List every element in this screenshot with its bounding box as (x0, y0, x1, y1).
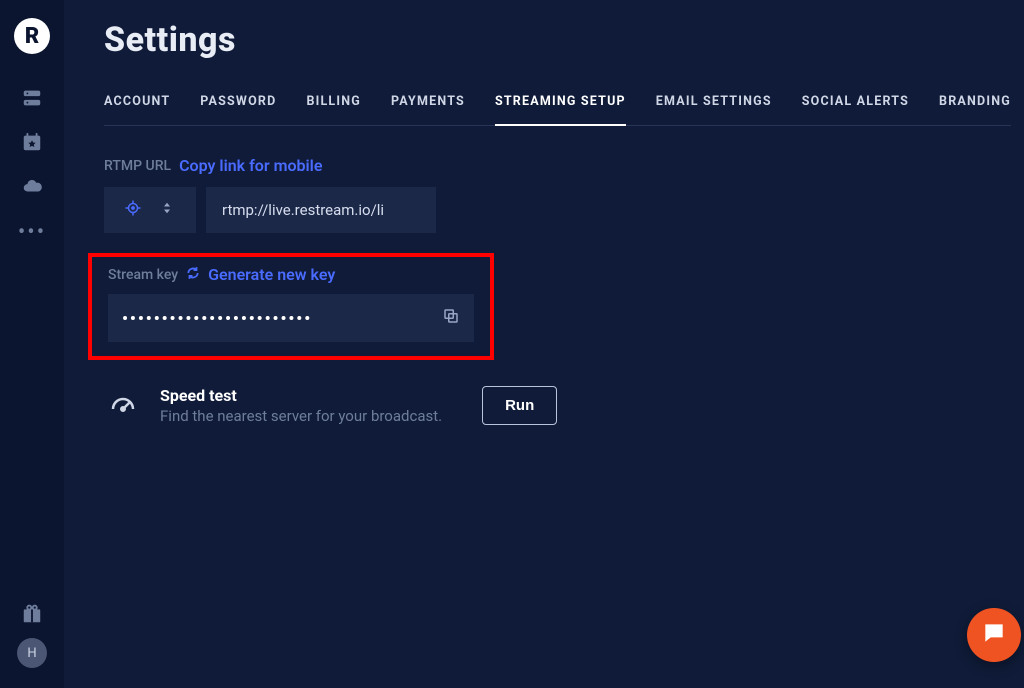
tab-password[interactable]: PASSWORD (200, 80, 276, 125)
sidebar: R ••• H (0, 0, 64, 688)
refresh-icon (186, 265, 200, 284)
speed-test-subtitle: Find the nearest server for your broadca… (160, 407, 442, 425)
run-button[interactable]: Run (482, 386, 557, 425)
sidebar-item-gifts[interactable] (0, 594, 64, 638)
sidebar-item-cloud[interactable] (0, 166, 64, 210)
tab-social-alerts[interactable]: SOCIAL ALERTS (802, 80, 909, 125)
stream-key-label: Stream key (108, 267, 178, 283)
sidebar-item-servers[interactable] (0, 78, 64, 122)
copy-icon[interactable] (442, 307, 460, 329)
main-content: Settings ACCOUNT PASSWORD BILLING PAYMEN… (64, 0, 1024, 688)
tab-branding[interactable]: BRANDING (939, 80, 1011, 125)
sort-icon (158, 199, 176, 221)
speed-test-row: Speed test Find the nearest server for y… (108, 386, 1011, 425)
stream-key-masked-value: •••••••••••••••••••••••• (122, 309, 312, 328)
rtmp-url-value: rtmp://live.restream.io/li (222, 201, 384, 219)
calendar-star-icon (21, 131, 43, 157)
speed-test-text: Speed test Find the nearest server for y… (160, 386, 442, 425)
generate-new-key-link[interactable]: Generate new key (208, 265, 335, 284)
rtmp-server-selector[interactable] (104, 187, 196, 233)
rtmp-url-field[interactable]: rtmp://live.restream.io/li (206, 187, 436, 233)
more-icon: ••• (18, 220, 46, 245)
page-title: Settings (104, 20, 1011, 60)
chat-icon (981, 620, 1007, 650)
speed-test-title: Speed test (160, 386, 442, 405)
sidebar-item-schedule[interactable] (0, 122, 64, 166)
copy-link-mobile[interactable]: Copy link for mobile (179, 156, 322, 175)
target-icon (124, 199, 142, 221)
tab-account[interactable]: ACCOUNT (104, 80, 170, 125)
user-avatar[interactable]: H (17, 638, 47, 668)
rtmp-section: RTMP URL Copy link for mobile rtmp://liv… (104, 156, 1011, 233)
app-logo[interactable]: R (14, 18, 50, 54)
sidebar-item-more[interactable]: ••• (0, 210, 64, 254)
stream-key-field[interactable]: •••••••••••••••••••••••• (108, 294, 474, 342)
tab-streaming-setup[interactable]: STREAMING SETUP (495, 80, 626, 125)
servers-icon (21, 87, 43, 113)
support-chat-button[interactable] (967, 608, 1021, 662)
gauge-icon (108, 389, 138, 423)
settings-tabs: ACCOUNT PASSWORD BILLING PAYMENTS STREAM… (104, 80, 1011, 126)
tab-email-settings[interactable]: EMAIL SETTINGS (656, 80, 772, 125)
rtmp-url-label: RTMP URL (104, 158, 171, 174)
gift-icon (21, 603, 43, 629)
stream-key-section: Stream key Generate new key ••••••••••••… (88, 253, 494, 360)
tab-payments[interactable]: PAYMENTS (391, 80, 465, 125)
tab-billing[interactable]: BILLING (306, 80, 361, 125)
cloud-icon (21, 175, 43, 201)
